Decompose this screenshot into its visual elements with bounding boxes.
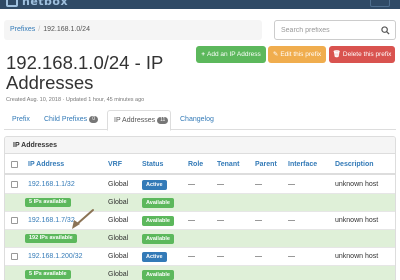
description-cell: unknown host <box>335 253 379 260</box>
available-ips-link[interactable]: 192 IPs available <box>25 234 77 243</box>
table-row: 192.168.1.1/32 Global Active — — — — unk… <box>5 176 395 194</box>
panel-heading: IP Addresses <box>5 137 395 154</box>
parent-cell: — <box>255 217 262 224</box>
tab-badge: 0 <box>89 116 98 123</box>
pencil-icon: ✎ <box>272 51 279 58</box>
interface-cell: — <box>288 181 295 188</box>
column-role[interactable]: Role <box>188 161 203 168</box>
status-badge: Available <box>142 216 174 226</box>
table-header: IP Address VRF Status Role Tenant Parent… <box>5 154 395 175</box>
delete-prefix-button[interactable]: 🗑 Delete this prefix <box>329 46 395 63</box>
ip-address-link[interactable]: 192.168.1.7/32 <box>28 217 75 224</box>
tab-ip-addresses-label: IP Addresses <box>114 117 156 124</box>
row-checkbox[interactable] <box>11 181 18 188</box>
tenant-cell: — <box>217 181 224 188</box>
interface-cell: — <box>288 253 295 260</box>
search-input[interactable] <box>274 20 377 40</box>
ip-addresses-panel: IP Addresses IP Address VRF Status Role … <box>4 136 396 280</box>
edit-prefix-button[interactable]: ✎ Edit this prefix <box>268 46 326 63</box>
tab-bar: Prefix Child Prefixes 0 IP Addresses 11 Ch… <box>4 110 396 131</box>
vrf-cell: Global <box>108 271 129 278</box>
status-badge: Active <box>142 252 167 262</box>
ip-address-link[interactable]: 192.168.1.1/32 <box>28 181 75 188</box>
breadcrumb: Prefixes/192.168.1.0/24 <box>4 20 262 40</box>
vrf-cell: Global <box>108 235 129 242</box>
delete-prefix-label: Delete this prefix <box>342 51 392 58</box>
breadcrumb-prefixes-link[interactable]: Prefixes <box>10 26 35 33</box>
status-badge: Available <box>142 270 174 280</box>
column-vrf[interactable]: VRF <box>108 161 122 168</box>
add-ip-address-label: Add an IP Address <box>207 51 261 58</box>
vrf-cell: Global <box>108 181 129 188</box>
netbox-logo-icon[interactable] <box>6 0 18 7</box>
row-checkbox[interactable] <box>11 217 18 224</box>
select-all-checkbox[interactable] <box>11 161 18 168</box>
status-badge: Available <box>142 198 174 208</box>
top-navbar: netbox <box>0 0 400 9</box>
role-cell: — <box>188 181 195 188</box>
brand-logo[interactable]: netbox <box>22 0 68 8</box>
description-cell: unknown host <box>335 181 379 188</box>
tab-prefix[interactable]: Prefix <box>12 110 30 130</box>
tab-changelog[interactable]: Changelog <box>180 110 214 130</box>
menu-toggle-button[interactable] <box>370 0 390 7</box>
table-row: 192.168.1.200/32 Global Active — — — — u… <box>5 248 395 266</box>
tab-ip-addresses[interactable]: IP Addresses 11 <box>107 110 171 131</box>
tenant-cell: — <box>217 253 224 260</box>
column-description[interactable]: Description <box>335 161 374 168</box>
column-status[interactable]: Status <box>142 161 163 168</box>
available-ips-link[interactable]: 5 IPs available <box>25 270 71 279</box>
plus-icon: + <box>201 51 206 58</box>
available-ips-link[interactable]: 5 IPs available <box>25 198 71 207</box>
trash-icon: 🗑 <box>332 51 341 58</box>
table-row: 192.168.1.7/32 Global Available — — — — … <box>5 212 395 230</box>
column-interface[interactable]: Interface <box>288 161 317 168</box>
role-cell: — <box>188 253 195 260</box>
available-row: 5 IPs available Global Available <box>5 194 395 212</box>
tab-badge: 11 <box>157 117 169 124</box>
search-icon <box>381 26 390 35</box>
vrf-cell: Global <box>108 253 129 260</box>
column-tenant[interactable]: Tenant <box>217 161 239 168</box>
edit-prefix-label: Edit this prefix <box>280 51 322 58</box>
status-badge: Available <box>142 234 174 244</box>
column-parent[interactable]: Parent <box>255 161 277 168</box>
breadcrumb-current: 192.168.1.0/24 <box>43 26 90 33</box>
add-ip-address-button[interactable]: + Add an IP Address <box>196 46 266 63</box>
vrf-cell: Global <box>108 199 129 206</box>
page-title: 192.168.1.0/24 - IP Addresses <box>6 52 164 93</box>
description-cell: unknown host <box>335 217 379 224</box>
tab-child-prefixes-label: Child Prefixes <box>44 116 88 123</box>
role-cell: — <box>188 217 195 224</box>
vrf-cell: Global <box>108 217 129 224</box>
parent-cell: — <box>255 181 262 188</box>
tab-child-prefixes[interactable]: Child Prefixes 0 <box>44 110 98 130</box>
tenant-cell: — <box>217 217 224 224</box>
search-button[interactable] <box>376 20 396 40</box>
status-badge: Active <box>142 180 167 190</box>
interface-cell: — <box>288 217 295 224</box>
row-checkbox[interactable] <box>11 253 18 260</box>
ip-address-link[interactable]: 192.168.1.200/32 <box>28 253 83 260</box>
available-row: 5 IPs available Global Available <box>5 266 395 280</box>
column-ip-address[interactable]: IP Address <box>28 161 64 168</box>
page-meta: Created Aug. 10, 2018 · Updated 1 hour, … <box>6 97 145 103</box>
parent-cell: — <box>255 253 262 260</box>
available-row: 192 IPs available Global Available <box>5 230 395 248</box>
